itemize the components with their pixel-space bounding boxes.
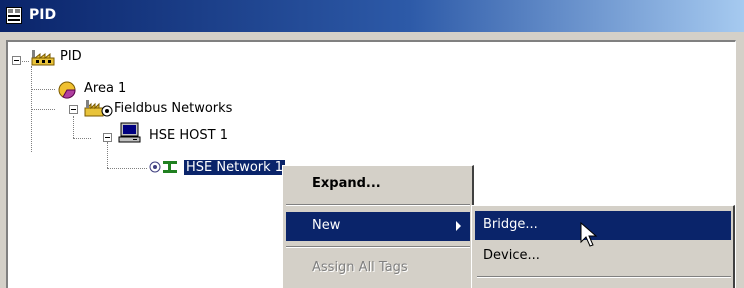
- menu-item-device[interactable]: Device...: [475, 242, 731, 271]
- menu-item-assign-all-tags: Assign All Tags: [286, 254, 470, 283]
- tree-connector: [73, 138, 91, 140]
- menu-item-bridge-label: Bridge...: [483, 217, 538, 232]
- menu-item-new[interactable]: New: [286, 212, 470, 241]
- tree-item-pid[interactable]: PID: [60, 49, 82, 64]
- tree-connector: [107, 142, 109, 168]
- tree-item-hse-host-1[interactable]: HSE HOST 1: [149, 128, 228, 143]
- collapse-toggle[interactable]: [12, 56, 21, 65]
- menu-separator: [286, 246, 470, 248]
- computer-icon: [118, 122, 141, 143]
- network-icon: [149, 161, 177, 173]
- app-icon: [6, 7, 22, 24]
- menu-item-expand-label: Expand...: [312, 176, 381, 191]
- tree-connector: [31, 109, 55, 111]
- collapse-toggle[interactable]: [103, 133, 112, 142]
- menu-separator: [286, 204, 470, 206]
- menu-separator: [477, 276, 731, 278]
- plant-icon: [31, 50, 55, 66]
- tree-item-fieldbus-networks[interactable]: Fieldbus Networks: [114, 101, 232, 116]
- new-submenu[interactable]: Bridge... Device...: [471, 205, 735, 288]
- tree-connector: [73, 116, 75, 138]
- context-menu[interactable]: Expand... New Assign All Tags: [282, 165, 474, 288]
- title-bar[interactable]: PID: [0, 0, 744, 32]
- mouse-cursor-icon: [580, 222, 598, 247]
- tree-item-hse-network-1[interactable]: HSE Network 1: [184, 160, 286, 175]
- collapse-toggle[interactable]: [69, 105, 78, 114]
- menu-item-expand[interactable]: Expand...: [286, 170, 470, 199]
- submenu-arrow-icon: [456, 221, 461, 231]
- menu-item-new-label: New: [312, 218, 341, 233]
- menu-item-device-label: Device...: [483, 248, 540, 263]
- tree-item-area-1[interactable]: Area 1: [84, 81, 126, 96]
- fieldbus-networks-icon: [84, 100, 113, 117]
- area-icon: [58, 81, 76, 99]
- window-title: PID: [29, 7, 57, 23]
- tree-connector: [107, 168, 147, 170]
- menu-item-assign-all-tags-label: Assign All Tags: [312, 260, 408, 275]
- menu-item-bridge[interactable]: Bridge...: [475, 211, 731, 240]
- tree-connector: [31, 89, 55, 91]
